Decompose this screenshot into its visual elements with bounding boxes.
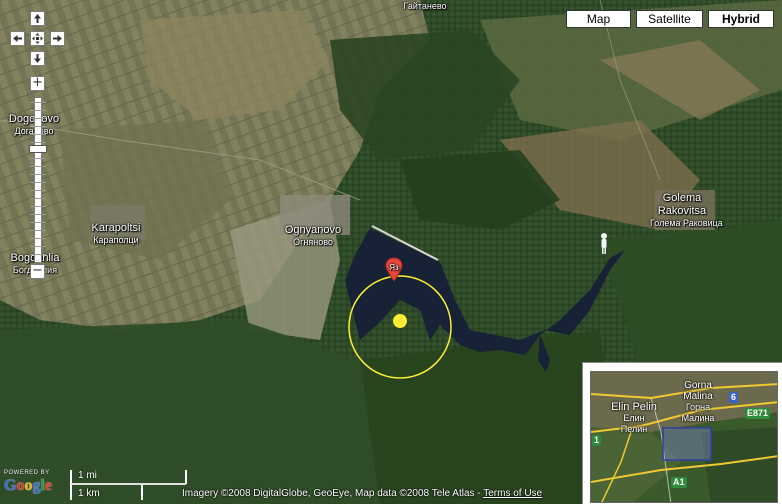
zoom-in-button[interactable]: + xyxy=(30,76,45,91)
scale-bar: 1 mi 1 km xyxy=(70,470,188,502)
place-label-karapoltsi: Karapoltsi Караполци xyxy=(91,222,141,245)
zoom-tick xyxy=(30,158,46,159)
zoom-out-button[interactable]: − xyxy=(30,264,45,279)
google-wordmark: Google xyxy=(4,477,53,494)
zoom-tick xyxy=(30,174,46,175)
road-shield-1: 1 xyxy=(592,435,602,446)
overview-label-gorna-malina: Gorna Malina Горна Малина xyxy=(681,380,715,423)
overview-map-view[interactable]: Elin Pelin Елин Пелин Gorna Malina Горна… xyxy=(590,371,778,503)
pan-right-button[interactable] xyxy=(50,31,65,46)
map-type-map-button[interactable]: Map xyxy=(566,10,631,28)
center-dot xyxy=(393,314,407,328)
zoom-tick xyxy=(30,118,46,119)
zoom-tick xyxy=(30,238,46,239)
place-label-gaytanevo: Гайтанево xyxy=(403,1,447,11)
zoom-tick xyxy=(30,142,46,143)
arrow-left-icon xyxy=(13,35,22,42)
arrow-up-icon xyxy=(34,14,41,23)
zoom-tick xyxy=(30,110,46,111)
place-label-golema-rakovitsa: Golema Rakovitsa Голема Раковица xyxy=(650,192,723,228)
zoom-tick xyxy=(30,222,46,223)
road-shield-e871: E871 xyxy=(745,408,771,419)
zoom-tick xyxy=(30,134,46,135)
map-attribution: Imagery ©2008 DigitalGlobe, GeoEye, Map … xyxy=(182,488,543,499)
terms-of-use-link[interactable]: Terms of Use xyxy=(483,488,542,499)
zoom-tick xyxy=(30,206,46,207)
arrow-right-icon xyxy=(53,35,62,42)
zoom-tick xyxy=(30,182,46,183)
map-type-hybrid-button[interactable]: Hybrid xyxy=(708,10,774,28)
pan-left-button[interactable] xyxy=(10,31,25,46)
marker-label: Яз xyxy=(389,263,399,272)
zoom-tick xyxy=(30,102,46,103)
scale-metric-label: 1 km xyxy=(78,488,100,499)
zoom-tick xyxy=(30,198,46,199)
zoom-tick xyxy=(30,190,46,191)
place-label-ognyanovo: Ognyanovo Огняново xyxy=(284,224,342,247)
map-canvas[interactable]: Яз Dogonovo Доганово Karapoltsi Караполц… xyxy=(0,0,782,504)
pan-up-button[interactable] xyxy=(30,11,45,26)
zoom-tick xyxy=(30,230,46,231)
center-cross-icon xyxy=(32,33,43,44)
zoom-slider-thumb[interactable] xyxy=(29,145,47,153)
pan-center-button[interactable] xyxy=(30,31,45,46)
zoom-tick xyxy=(30,214,46,215)
road-shield-6: 6 xyxy=(729,392,739,403)
map-type-satellite-button[interactable]: Satellite xyxy=(636,10,703,28)
zoom-tick xyxy=(30,166,46,167)
overview-map[interactable]: Elin Pelin Елин Пелин Gorna Malina Горна… xyxy=(582,362,782,504)
road-shield-a1: A1 xyxy=(671,477,687,488)
scale-imperial-label: 1 mi xyxy=(78,470,97,481)
google-logo[interactable]: POWERED BY Google xyxy=(4,470,68,500)
zoom-tick xyxy=(30,126,46,127)
overview-label-elin-pelin: Elin Pelin Елин Пелин xyxy=(611,401,657,435)
zoom-tick xyxy=(30,246,46,247)
arrow-down-icon xyxy=(34,54,41,63)
person-icon[interactable] xyxy=(598,232,610,256)
pan-down-button[interactable] xyxy=(30,51,45,66)
zoom-tick xyxy=(30,254,46,255)
